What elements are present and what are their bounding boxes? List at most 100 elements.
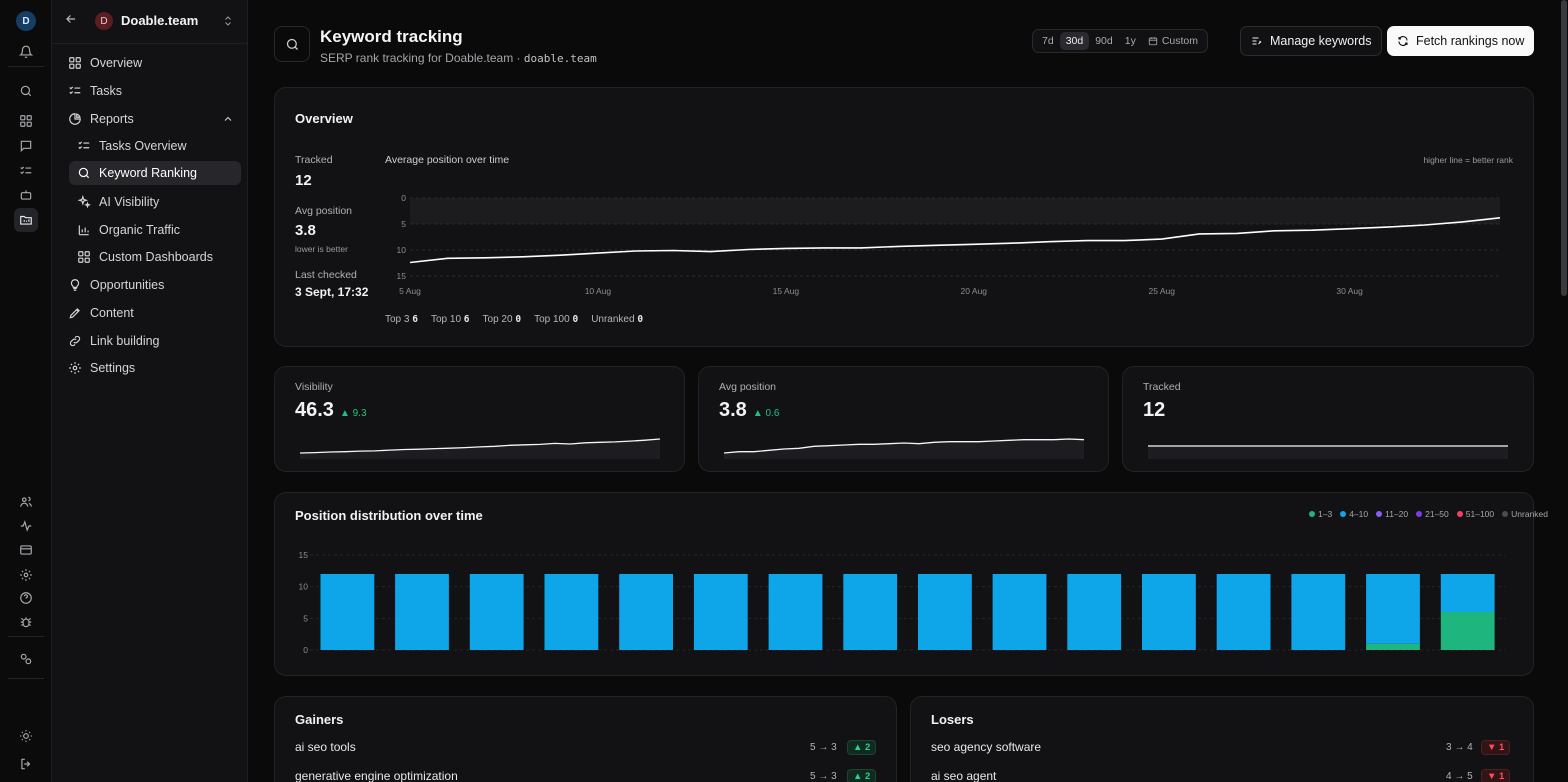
gainer-row[interactable]: ai seo tools — [295, 740, 356, 754]
sidebar: D Doable.team Overview Tasks Reports Tas… — [52, 0, 248, 782]
range-1y[interactable]: 1y — [1119, 32, 1142, 50]
position-move: 5 → 3 — [810, 742, 837, 753]
overview-title: Overview — [295, 111, 353, 126]
range-7d[interactable]: 7d — [1036, 32, 1060, 50]
users-icon[interactable] — [14, 490, 38, 514]
sidebar-item-content[interactable]: Content — [68, 301, 240, 325]
bar-segment — [619, 574, 673, 650]
bar-segment — [1366, 574, 1420, 644]
sidebar-item-settings[interactable]: Settings — [68, 356, 240, 380]
chevron-up-icon[interactable] — [222, 113, 234, 125]
y-tick-label: 15 — [397, 271, 407, 281]
loser-row[interactable]: ai seo agent — [931, 769, 996, 782]
kpi-number: 12 — [1143, 399, 1166, 421]
sidebar-item-label: AI Visibility — [99, 195, 160, 209]
sidebar-item-link-building[interactable]: Link building — [68, 329, 240, 353]
checklist-icon[interactable] — [14, 159, 38, 183]
sidebar-item-organic-traffic[interactable]: Organic Traffic — [69, 218, 241, 242]
distribution-chart: 0 5 10 15 — [299, 550, 1505, 655]
legend-item: 1–3 — [1309, 509, 1332, 519]
range-90d[interactable]: 90d — [1089, 32, 1119, 50]
sidebar-item-label: Tasks — [90, 84, 122, 98]
distribution-title: Position distribution over time — [295, 508, 483, 523]
legend-label: 1–3 — [1318, 509, 1333, 519]
gainer-row[interactable]: generative engine optimization — [295, 769, 458, 782]
back-arrow-icon[interactable] — [64, 12, 80, 28]
bar-segment — [1366, 643, 1420, 650]
kpi-number: 3.8 — [719, 399, 747, 421]
bucket-top3: Top 3 6 — [385, 314, 418, 325]
reports-icon[interactable] — [14, 208, 38, 232]
sidebar-item-ai-visibility[interactable]: AI Visibility — [69, 190, 241, 214]
sidebar-item-opportunities[interactable]: Opportunities — [68, 273, 240, 297]
kpi-card-visibility: Visibility 46.3 ▲ 9.3 — [274, 366, 685, 472]
sparkles-icon — [77, 195, 91, 209]
kpi-label: Visibility — [295, 381, 333, 393]
bucket-value: 6 — [463, 314, 470, 325]
pen-icon — [69, 308, 80, 319]
chevron-updown-icon[interactable] — [222, 14, 234, 28]
bug-icon[interactable] — [14, 610, 38, 634]
sidebar-item-tasks[interactable]: Tasks — [68, 79, 240, 103]
kpi-value: 46.3 ▲ 9.3 — [295, 399, 367, 422]
sidebar-item-label: Reports — [90, 112, 134, 126]
bucket-label: Top 3 — [385, 314, 410, 325]
search-button[interactable] — [274, 26, 310, 62]
help-icon[interactable] — [14, 586, 38, 610]
sidebar-item-label: Custom Dashboards — [99, 250, 213, 264]
integrations-icon[interactable] — [14, 647, 38, 671]
sidebar-item-overview[interactable]: Overview — [68, 51, 240, 75]
range-30d[interactable]: 30d — [1059, 32, 1090, 50]
user-avatar[interactable]: D — [16, 11, 36, 31]
manage-keywords-button[interactable]: Manage keywords — [1240, 26, 1383, 56]
bucket-value: 0 — [637, 314, 644, 325]
tracked-sparkline — [1148, 445, 1508, 459]
pie-icon — [69, 113, 81, 125]
avg-position-value: 3.8 — [295, 222, 316, 239]
fetch-rankings-label: Fetch rankings now — [1416, 34, 1525, 48]
loser-row[interactable]: seo agency software — [931, 740, 1041, 754]
sidebar-item-label: Keyword Ranking — [99, 166, 197, 180]
keyword: ai seo agent — [931, 769, 997, 782]
gear-icon — [69, 362, 81, 374]
overview-card: Overview Tracked 12 Avg position 3.8 low… — [274, 87, 1534, 347]
bucket-value: 6 — [412, 314, 418, 325]
fetch-rankings-button[interactable]: Fetch rankings now — [1387, 26, 1535, 56]
chat-icon[interactable] — [14, 134, 38, 158]
sidebar-item-tasks-overview[interactable]: Tasks Overview — [69, 134, 241, 158]
range-custom[interactable]: Custom — [1142, 32, 1204, 50]
search-icon — [286, 38, 298, 50]
robot-icon[interactable] — [14, 183, 38, 207]
losers-title: Losers — [931, 712, 974, 727]
bar-segment — [469, 574, 524, 650]
sidebar-item-custom-dashboards[interactable]: Custom Dashboards — [69, 245, 241, 269]
bar-segment — [395, 574, 449, 650]
main-content: Keyword tracking SERP rank tracking for … — [249, 0, 1568, 782]
theme-icon[interactable] — [14, 724, 38, 748]
page-scrollbar[interactable] — [1561, 0, 1567, 296]
sidebar-item-label: Overview — [90, 56, 143, 70]
sidebar-item-keyword-ranking[interactable]: Keyword Ranking — [69, 161, 241, 185]
legend-label: Unranked — [1511, 509, 1548, 519]
sidebar-item-reports[interactable]: Reports — [68, 107, 240, 131]
sparkline-area — [1148, 446, 1508, 459]
legend-label: 51–100 — [1465, 509, 1495, 519]
search-icon[interactable] — [14, 79, 38, 103]
apps-icon[interactable] — [14, 109, 38, 133]
kpi-number: 46.3 — [295, 399, 334, 421]
workspace-name[interactable]: Doable.team — [121, 13, 198, 28]
gear-icon[interactable] — [14, 563, 38, 587]
legend-item: 4–10 — [1340, 509, 1368, 519]
search-icon — [78, 167, 90, 179]
tracked-value: 12 — [295, 172, 312, 189]
workspace-avatar: D — [95, 12, 113, 30]
x-tick-label: 10 Aug — [585, 286, 612, 296]
billing-icon[interactable] — [14, 538, 38, 562]
plot-band-top — [410, 198, 1500, 224]
bell-icon[interactable] — [14, 40, 38, 64]
list-edit-icon — [1252, 37, 1262, 45]
logout-icon[interactable] — [14, 752, 38, 776]
position-move: 4 → 5 — [1446, 771, 1473, 782]
activity-icon[interactable] — [14, 514, 38, 538]
keyword: seo agency software — [931, 740, 1042, 754]
